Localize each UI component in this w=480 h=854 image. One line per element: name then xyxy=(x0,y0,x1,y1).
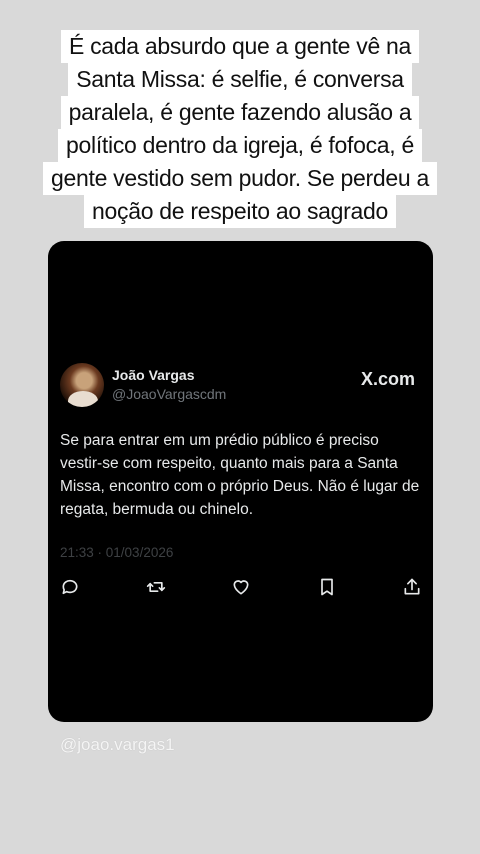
tweet-text: Se para entrar em um prédio público é pr… xyxy=(60,432,420,518)
avatar-shirt xyxy=(68,391,98,407)
x-logo: X.com xyxy=(360,369,415,389)
author-name[interactable]: João Vargas xyxy=(112,367,195,383)
caption-line: É cada absurdo que a gente vê na xyxy=(60,30,420,63)
caption-line: gente vestido sem pudor. Se perdeu a xyxy=(43,162,437,195)
tweet-card[interactable]: João Vargas @JoaoVargascdm X.com Se para… xyxy=(48,241,433,722)
mention-sticker[interactable]: @joao.vargas1 xyxy=(60,735,175,755)
reply-icon[interactable] xyxy=(60,577,80,597)
caption-line: noção de respeito ao sagrado xyxy=(84,195,396,228)
bookmark-icon[interactable] xyxy=(317,577,337,597)
author-handle[interactable]: @JoaoVargascdm xyxy=(112,386,226,402)
share-icon[interactable] xyxy=(402,577,422,597)
story-caption: É cada absurdo que a gente vê na Santa M… xyxy=(0,30,480,228)
action-bar xyxy=(60,577,422,599)
retweet-icon[interactable] xyxy=(146,577,166,597)
caption-line: político dentro da igreja, é fofoca, é xyxy=(58,129,422,162)
tweet-timestamp[interactable]: 21:33 · 01/03/2026 xyxy=(60,545,173,560)
caption-line: Santa Missa: é selfie, é conversa xyxy=(68,63,412,96)
like-icon[interactable] xyxy=(231,577,251,597)
avatar[interactable] xyxy=(60,363,104,407)
caption-line: paralela, é gente fazendo alusão a xyxy=(60,96,420,129)
